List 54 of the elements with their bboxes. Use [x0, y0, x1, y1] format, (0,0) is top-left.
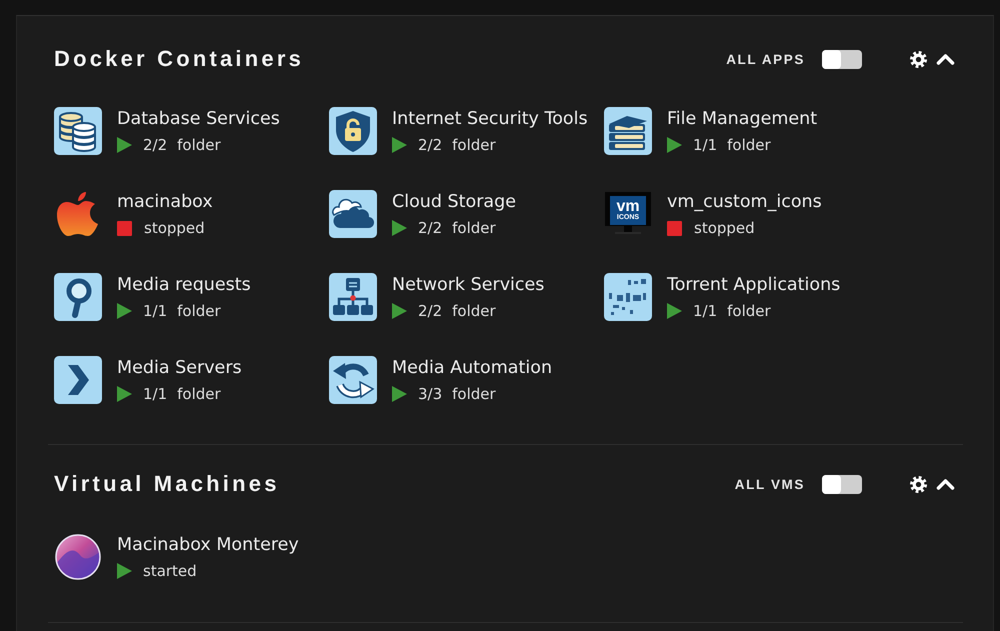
magnifier-icon[interactable] — [54, 273, 102, 321]
item-name: Media Automation — [392, 357, 552, 379]
item-count: 2/2 — [143, 136, 168, 154]
item-type: folder — [177, 302, 221, 320]
item-name: Media Servers — [117, 357, 242, 379]
item-count: 1/1 — [693, 136, 718, 154]
item-name: Torrent Applications — [667, 274, 840, 296]
item-count: 2/2 — [418, 136, 442, 154]
item-count: 3/3 — [418, 385, 442, 403]
chevron-up-icon[interactable] — [936, 478, 955, 490]
item-type: folder — [452, 385, 496, 403]
toggle-switch[interactable] — [822, 474, 862, 494]
item-type: folder — [452, 302, 496, 320]
item-type: folder — [177, 385, 221, 403]
logo-text: vm — [616, 200, 640, 214]
item-type: folder — [452, 136, 496, 154]
item-name: Database Services — [117, 108, 280, 130]
status-label: stopped — [144, 219, 205, 237]
section-title: Virtual Machines — [54, 471, 280, 497]
item-count: 2/2 — [418, 219, 442, 237]
item-type: folder — [177, 136, 221, 154]
shield-lock-icon[interactable] — [329, 107, 377, 155]
status-label: stopped — [694, 219, 755, 237]
item-name: Cloud Storage — [392, 191, 516, 213]
item-name: macinabox — [117, 191, 213, 213]
books-icon[interactable] — [604, 107, 652, 155]
item-count: 1/1 — [143, 302, 168, 320]
item-name: Network Services — [392, 274, 544, 296]
item-name: File Management — [667, 108, 818, 130]
item-type: folder — [452, 219, 496, 237]
cloud-icon[interactable] — [329, 190, 377, 238]
status-label: started — [143, 562, 197, 580]
item-name: vm_custom_icons — [667, 191, 822, 213]
item-count: 2/2 — [418, 302, 442, 320]
toggle-label: ALL VMS — [734, 476, 805, 492]
database-icon[interactable] — [54, 107, 102, 155]
chevron-up-icon[interactable] — [936, 53, 955, 65]
item-name: Internet Security Tools — [392, 108, 588, 130]
chevron-right-icon[interactable] — [54, 356, 102, 404]
gradient-disc-icon[interactable] — [54, 533, 102, 581]
toggle-label: ALL APPS — [726, 52, 805, 66]
item-name: Media requests — [117, 274, 251, 296]
toggle-switch[interactable] — [822, 50, 862, 68]
item-count: 1/1 — [693, 302, 718, 320]
sync-arrows-icon[interactable] — [329, 356, 377, 404]
item-count: 1/1 — [143, 385, 168, 403]
settings-icon[interactable] — [910, 476, 927, 492]
section-title: Docker Containers — [54, 46, 304, 72]
item-name: Macinabox Monterey — [117, 534, 299, 556]
network-icon[interactable] — [329, 273, 377, 321]
item-type: folder — [727, 136, 771, 154]
settings-icon[interactable] — [910, 50, 927, 68]
item-type: folder — [727, 302, 771, 320]
scattered-marks-icon[interactable] — [604, 273, 652, 321]
